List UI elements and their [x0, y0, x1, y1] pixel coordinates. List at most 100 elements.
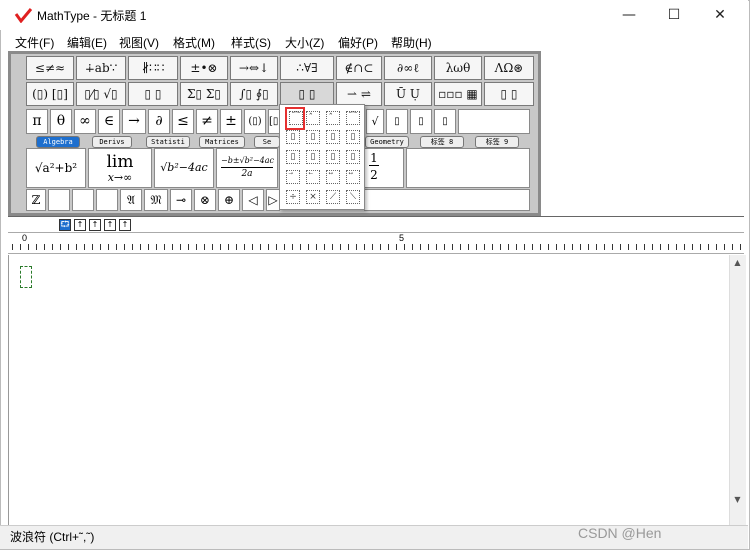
insertion-slot[interactable] — [20, 266, 32, 288]
symbol-not-equal[interactable]: ≠ — [196, 109, 218, 134]
tab-label-8[interactable]: 标签 8 — [420, 136, 464, 148]
palette-labeled-arrows[interactable]: ⇀ ⇌ — [336, 82, 382, 106]
palette-spaces[interactable]: ∔ab∵ — [76, 56, 126, 80]
menu-preferences[interactable]: 偏好(P) — [338, 34, 378, 51]
symbol-box-b[interactable]: ▯ — [410, 109, 432, 134]
template-quadratic[interactable]: −b±√b²−4ac 2a — [216, 148, 278, 188]
palette-misc[interactable]: ∂∞ℓ — [384, 56, 432, 80]
tab-derivs[interactable]: Derivs — [92, 136, 132, 148]
bottom-slot-3[interactable] — [96, 189, 118, 211]
tab-algebra[interactable]: Algebra — [36, 136, 80, 148]
palette-boxes[interactable]: ▯ ▯ — [484, 82, 534, 106]
bottom-otimes[interactable]: ⊗ — [194, 189, 216, 211]
tab-stop-right-button[interactable]: ↑ — [89, 219, 101, 231]
dd-item-18[interactable]: ⨯ — [306, 190, 320, 204]
symbol-parens[interactable]: (▯) — [244, 109, 266, 134]
dd-item-5[interactable]: ▯ — [286, 130, 300, 144]
palette-fences[interactable]: (▯) [▯] — [26, 82, 74, 106]
symbol-box-c[interactable]: ▯ — [434, 109, 456, 134]
symbol-pi[interactable]: π — [26, 109, 48, 134]
bottom-empty[interactable] — [364, 189, 530, 211]
symbol-element-of[interactable]: ∈ — [98, 109, 120, 134]
dd-item-3[interactable]: ̂ — [326, 111, 340, 125]
dd-item-7[interactable]: ▯ — [326, 130, 340, 144]
vertical-scrollbar[interactable] — [729, 255, 746, 525]
menu-help[interactable]: 帮助(H) — [391, 34, 432, 51]
dd-item-4[interactable]: ⁀ — [346, 111, 360, 125]
symbol-sqrt[interactable]: √ — [366, 109, 384, 134]
tab-stop-decimal-button[interactable]: ↑ — [119, 219, 131, 231]
template-fraction[interactable]: 1 2 — [364, 148, 404, 188]
dd-item-9[interactable]: ▯ — [286, 150, 300, 164]
symbol-infinity[interactable]: ∞ — [74, 109, 96, 134]
bottom-slot-2[interactable] — [72, 189, 94, 211]
menu-size[interactable]: 大小(Z) — [285, 34, 324, 51]
menu-style[interactable]: 样式(S) — [231, 34, 271, 51]
dd-item-2[interactable]: ̂ — [306, 111, 320, 125]
bottom-triangle-left[interactable]: ◁ — [242, 189, 264, 211]
bottom-multimap[interactable]: ⊸ — [170, 189, 192, 211]
scroll-up-icon[interactable]: ▲ — [729, 258, 746, 270]
bottom-oplus[interactable]: ⊕ — [218, 189, 240, 211]
symbol-plus-minus[interactable]: ± — [220, 109, 242, 134]
symbol-right-arrow[interactable]: → — [122, 109, 146, 134]
equation-editor-area[interactable] — [8, 255, 730, 525]
bottom-integers[interactable]: ℤ — [26, 189, 46, 211]
dd-item-17[interactable]: ÷ — [286, 190, 300, 204]
dd-item-14[interactable]: ⃖ — [306, 170, 320, 184]
template-limit[interactable]: lim x→∞ — [88, 148, 152, 188]
scroll-down-icon[interactable]: ▼ — [729, 495, 746, 507]
dd-item-15[interactable]: ⃡ — [326, 170, 340, 184]
tab-geometry[interactable]: Geometry — [365, 136, 409, 148]
symbol-theta[interactable]: θ — [50, 109, 72, 134]
tab-stop-center-button[interactable]: ↑ — [74, 219, 86, 231]
palette-products[interactable]: Ū Ụ — [384, 82, 432, 106]
dd-item-11[interactable]: ▯ — [326, 150, 340, 164]
dd-item-13[interactable]: ⃗ — [286, 170, 300, 184]
menu-edit[interactable]: 编辑(E) — [67, 34, 107, 51]
close-button[interactable]: ✕ — [697, 0, 743, 30]
tab-sets[interactable]: Se — [254, 136, 280, 148]
menu-file[interactable]: 文件(F) — [15, 34, 54, 51]
menu-format[interactable]: 格式(M) — [173, 34, 215, 51]
symbol-empty-slots[interactable] — [458, 109, 530, 134]
dd-item-10[interactable]: ▯ — [306, 150, 320, 164]
bottom-slot-1[interactable] — [48, 189, 70, 211]
palette-operators[interactable]: ±•⊗ — [180, 56, 228, 80]
bottom-triangle-right[interactable]: ▷ — [266, 189, 280, 211]
symbol-partial[interactable]: ∂ — [148, 109, 170, 134]
dd-item-16[interactable]: ⃡ — [346, 170, 360, 184]
palette-greek-lower[interactable]: λωθ — [434, 56, 482, 80]
palette-integrals[interactable]: ∫▯ ∮▯ — [230, 82, 278, 106]
template-discriminant[interactable]: √b²−4ac — [154, 148, 214, 188]
tab-stop-left-button[interactable]: ⮔ — [59, 219, 71, 231]
tab-matrices[interactable]: Matrices — [199, 136, 245, 148]
dd-item-20[interactable]: ⟍ — [346, 190, 360, 204]
bottom-fraktur-a[interactable]: 𝔄 — [120, 189, 142, 211]
palette-arrows[interactable]: →⇔↓ — [230, 56, 278, 80]
bottom-fraktur-m[interactable]: 𝔐 — [144, 189, 168, 211]
dd-item-8[interactable]: ▯ — [346, 130, 360, 144]
maximize-button[interactable]: ☐ — [651, 0, 697, 30]
dd-item-19[interactable]: ⟋ — [326, 190, 340, 204]
palette-underover-bars[interactable]: ▯ ▯ — [280, 82, 334, 106]
palette-greek-upper[interactable]: ΛΩ⊛ — [484, 56, 534, 80]
tab-statistics[interactable]: Statisti — [146, 136, 190, 148]
palette-fractions-radicals[interactable]: ▯⁄▯ √▯ — [76, 82, 126, 106]
ruler[interactable] — [8, 232, 744, 254]
menu-view[interactable]: 视图(V) — [119, 34, 159, 51]
palette-subscripts[interactable]: ▯ ▯ — [128, 82, 178, 106]
palette-matrices[interactable]: ▫▫▫ ▦ — [434, 82, 482, 106]
palette-summations[interactable]: Σ▯ Σ▯ — [180, 82, 228, 106]
template-empty[interactable] — [406, 148, 530, 188]
palette-relations[interactable]: ≤≠≈ — [26, 56, 74, 80]
palette-sets[interactable]: ∉∩⊂ — [336, 56, 382, 80]
dd-item-6[interactable]: ▯ — [306, 130, 320, 144]
symbol-less-equal[interactable]: ≤ — [172, 109, 194, 134]
tab-stop-relation-button[interactable]: ↑ — [104, 219, 116, 231]
tab-label-9[interactable]: 标签 9 — [475, 136, 519, 148]
symbol-box-a[interactable]: ▯ — [386, 109, 408, 134]
template-pythagorean[interactable]: √a²+b² — [26, 148, 86, 188]
palette-logic[interactable]: ∴∀∃ — [280, 56, 334, 80]
dd-item-12[interactable]: ▯ — [346, 150, 360, 164]
